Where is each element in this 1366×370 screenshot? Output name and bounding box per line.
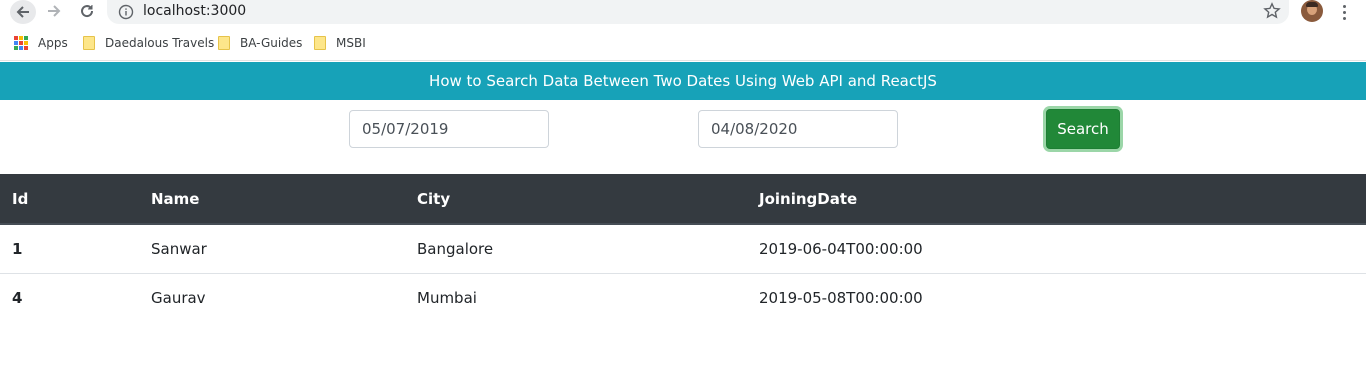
cell-joining-date: 2019-06-04T00:00:00 xyxy=(759,239,923,258)
column-header-joining-date: JoiningDate xyxy=(747,174,1366,225)
search-button[interactable]: Search xyxy=(1046,109,1120,149)
url-text[interactable]: localhost:3000 xyxy=(143,3,246,19)
table-row: 1 Sanwar Bangalore 2019-06-04T00:00:00 xyxy=(0,224,1366,273)
cell-joining-date: 2019-05-08T00:00:00 xyxy=(759,288,923,307)
bookmark-label: BA-Guides xyxy=(240,36,303,50)
apps-grid-icon xyxy=(14,36,28,50)
bookmark-label: Apps xyxy=(38,36,68,50)
bookmark-msbi[interactable]: MSBI xyxy=(314,30,366,56)
bookmark-label: Daedalous Travels xyxy=(105,36,215,50)
forward-arrow-icon xyxy=(48,5,61,17)
folder-icon xyxy=(83,36,95,50)
avatar-hair xyxy=(1306,2,1318,7)
cell-name: Gaurav xyxy=(151,288,206,307)
bookmark-daedalous-travels[interactable]: Daedalous Travels xyxy=(83,30,214,56)
back-button[interactable] xyxy=(10,0,36,24)
bookmark-ba-guides[interactable]: BA-Guides xyxy=(218,30,302,56)
column-header-id: Id xyxy=(0,174,139,225)
cell-city: Mumbai xyxy=(417,288,477,307)
reload-icon xyxy=(81,5,94,18)
bookmark-label: MSBI xyxy=(336,36,366,50)
bookmarks-bar: Apps Daedalous Travels BA-Guides MSBI xyxy=(0,30,1366,56)
reload-button[interactable] xyxy=(76,0,98,22)
address-bar[interactable]: localhost:3000 xyxy=(107,0,1289,24)
end-date-input[interactable]: 04/08/2020 xyxy=(698,110,898,148)
back-arrow-icon xyxy=(16,6,29,18)
info-icon[interactable] xyxy=(118,4,134,20)
browser-toolbar: localhost:3000 xyxy=(0,0,1366,24)
start-date-input[interactable]: 05/07/2019 xyxy=(349,110,549,148)
star-icon[interactable] xyxy=(1263,2,1281,20)
page-banner: How to Search Data Between Two Dates Usi… xyxy=(0,62,1366,100)
forward-button[interactable] xyxy=(43,0,65,22)
table-header-row: Id Name City JoiningDate xyxy=(0,174,1366,225)
folder-icon xyxy=(218,36,230,50)
column-header-name: Name xyxy=(139,174,405,225)
bookmark-apps[interactable]: Apps xyxy=(14,30,68,56)
chrome-divider xyxy=(0,60,1366,61)
results-table: Id Name City JoiningDate 1 Sanwar Bangal… xyxy=(0,174,1366,322)
column-header-city: City xyxy=(405,174,747,225)
table-row: 4 Gaurav Mumbai 2019-05-08T00:00:00 xyxy=(0,273,1366,322)
profile-avatar[interactable] xyxy=(1301,0,1323,22)
cell-name: Sanwar xyxy=(151,239,207,258)
cell-id: 1 xyxy=(12,239,23,258)
page-title: How to Search Data Between Two Dates Usi… xyxy=(429,72,937,90)
folder-icon xyxy=(314,36,326,50)
cell-id: 4 xyxy=(12,288,23,307)
more-vert-icon[interactable] xyxy=(1335,2,1353,22)
cell-city: Bangalore xyxy=(417,239,494,258)
